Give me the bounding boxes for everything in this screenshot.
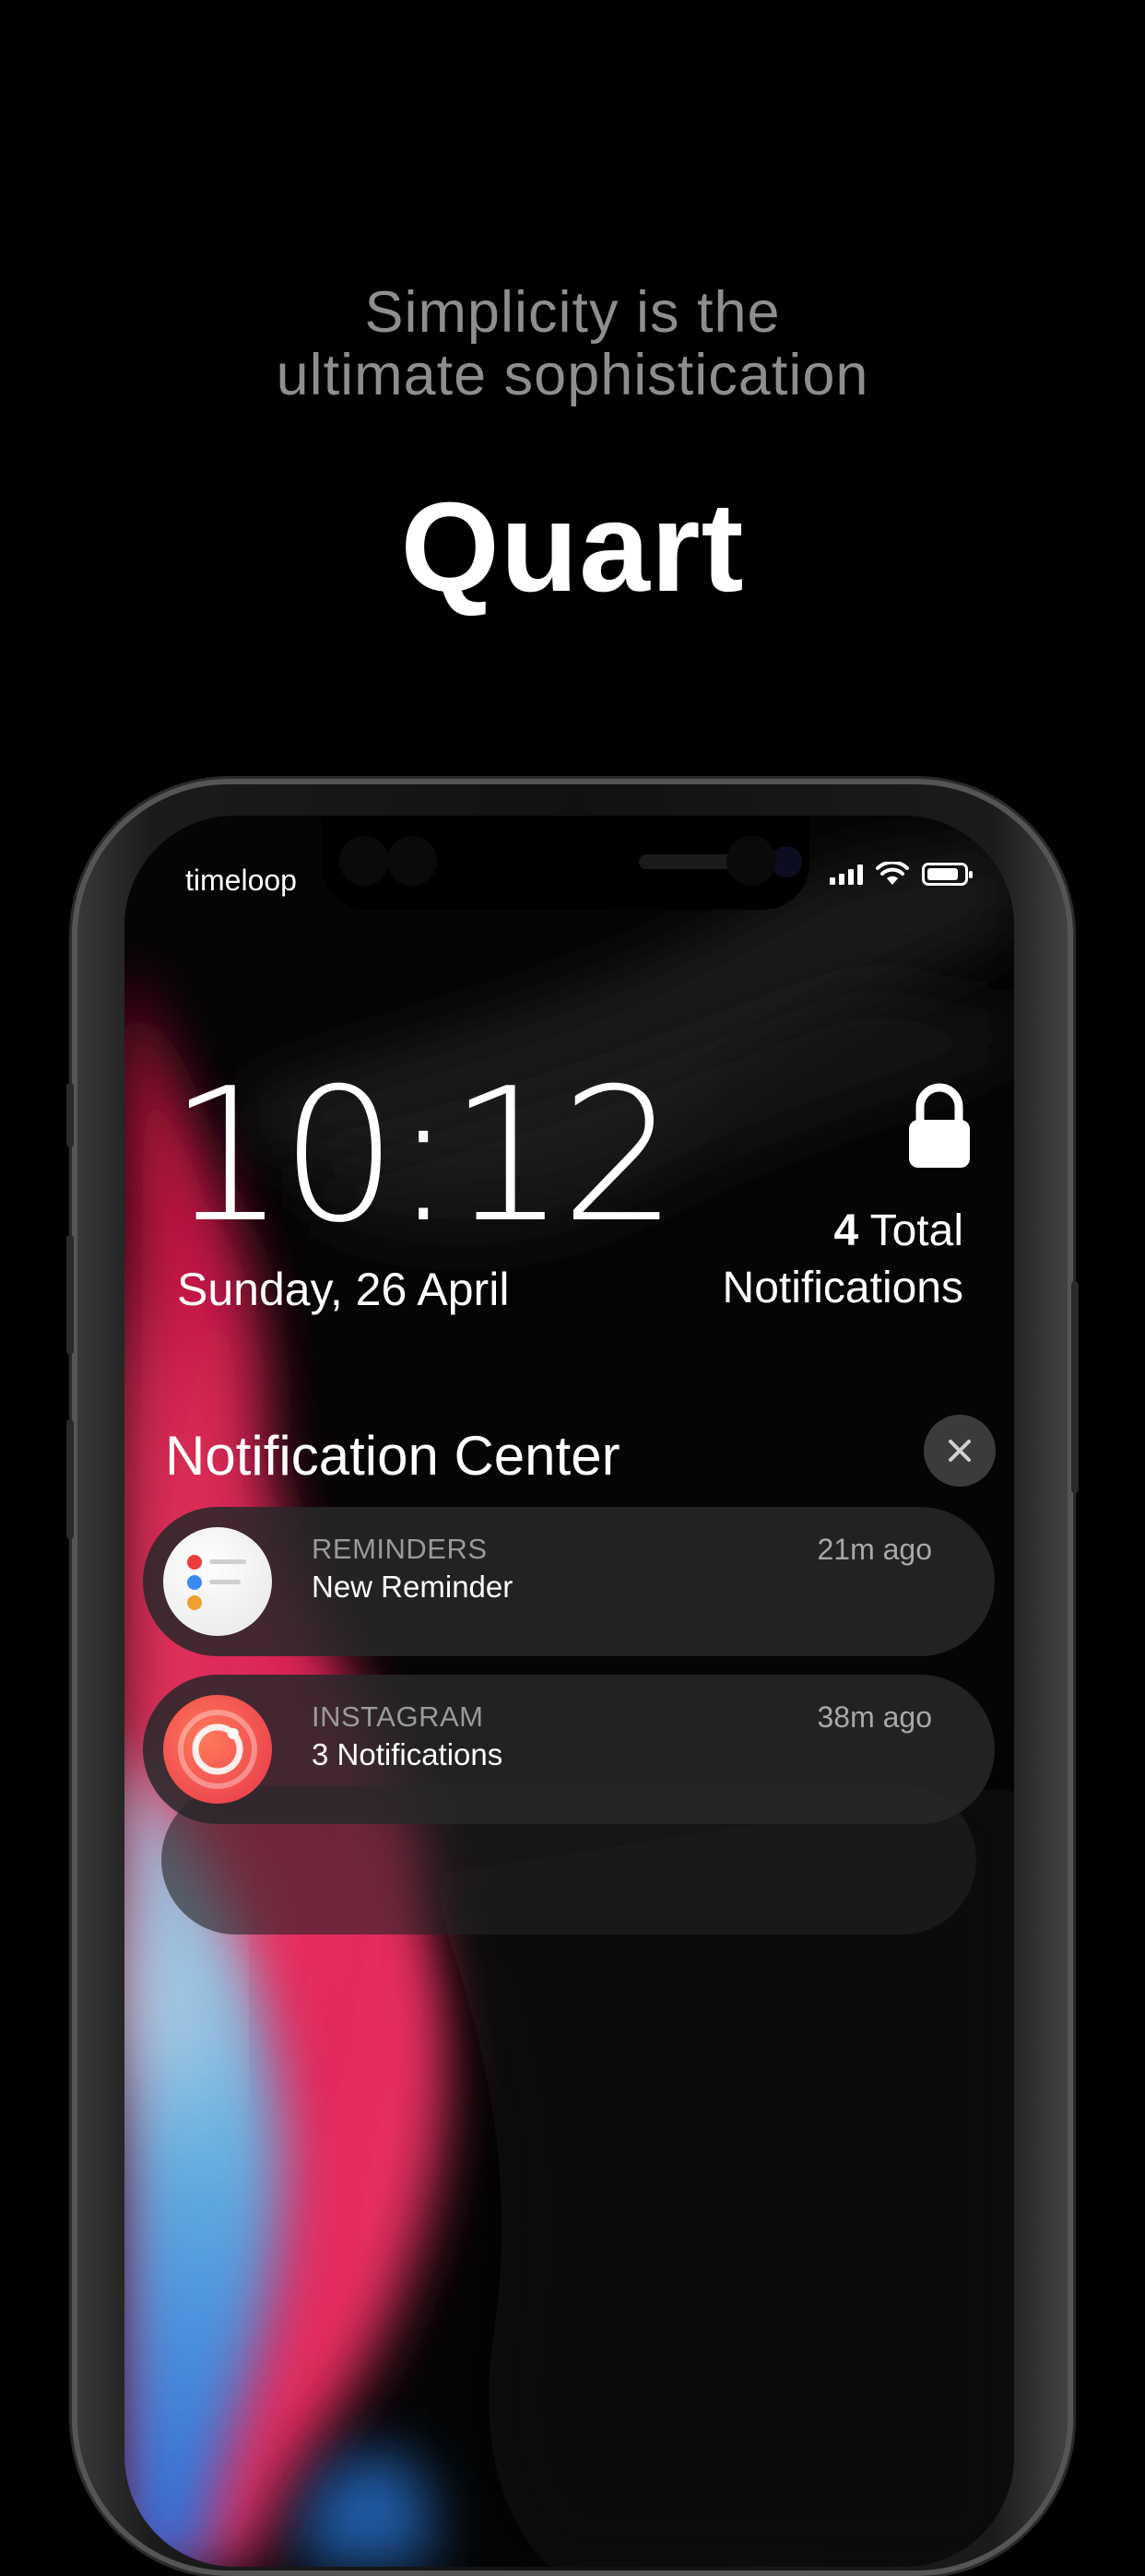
notch-sensor <box>726 836 776 886</box>
side-button-right <box>1071 1281 1079 1493</box>
notification-card[interactable]: INSTAGRAM 3 Notifications 38m ago <box>143 1675 995 1824</box>
total-notifications: 4 Total Notifications <box>723 1203 963 1317</box>
notification-time: 38m ago <box>817 1700 932 1734</box>
phone-screen: timeloop 10:12 Sunday, 26 April 4 Total … <box>124 816 1014 2567</box>
status-icons <box>830 862 973 886</box>
total-count: 4 <box>833 1206 859 1255</box>
total-word: Total <box>869 1206 963 1255</box>
cellular-signal-icon <box>830 863 863 885</box>
instagram-icon <box>163 1695 272 1804</box>
notification-center-title: Notification Center <box>165 1425 620 1487</box>
lock-clock: 10:12 <box>169 1049 678 1264</box>
lock-icon <box>909 1083 970 1168</box>
notification-app-name: INSTAGRAM <box>312 1700 484 1733</box>
tagline: Simplicity is the ultimate sophisticatio… <box>0 281 1145 406</box>
close-icon <box>949 1440 971 1462</box>
notification-message: 3 Notifications <box>312 1737 503 1771</box>
lock-date: Sunday, 26 April <box>177 1264 510 1315</box>
total-label: Notifications <box>722 1264 963 1312</box>
tagline-line-1: Simplicity is the <box>364 280 781 345</box>
notch-sensor <box>339 836 389 886</box>
notification-message: New Reminder <box>312 1570 513 1604</box>
notification-time: 21m ago <box>817 1533 932 1566</box>
side-button-left-3 <box>66 1419 74 1539</box>
tagline-line-2: ultimate sophistication <box>276 343 869 407</box>
carrier-name: timeloop <box>185 864 297 897</box>
wifi-icon <box>876 862 909 885</box>
side-button-left-2 <box>66 1235 74 1355</box>
clear-notifications-button[interactable] <box>924 1415 996 1487</box>
notification-app-name: REMINDERS <box>312 1533 488 1565</box>
side-button-left-1 <box>66 1083 74 1147</box>
notch <box>321 816 809 910</box>
notification-card[interactable]: REMINDERS New Reminder 21m ago <box>143 1507 995 1656</box>
notch-sensor <box>387 836 437 886</box>
battery-icon <box>922 862 973 886</box>
reminders-icon <box>163 1527 272 1636</box>
brand-title: Quart <box>400 476 745 618</box>
